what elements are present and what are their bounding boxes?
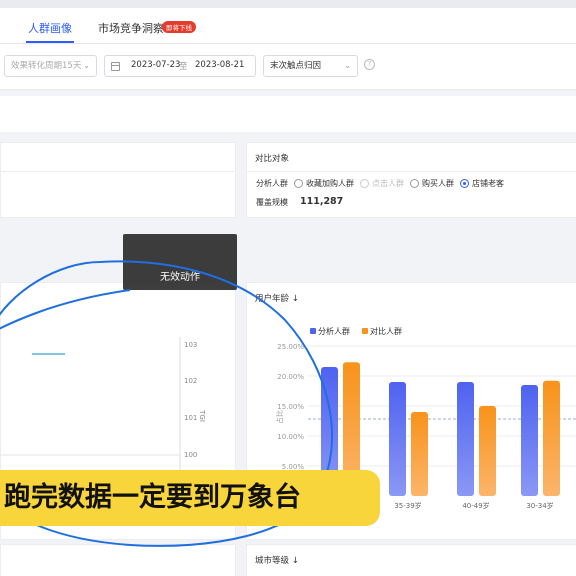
invalid-action-toast: 无效动作	[123, 234, 237, 290]
video-caption: 跑完数据一定要到万象台	[0, 470, 380, 526]
tgi-axis-label: TGI	[197, 410, 206, 422]
card-divider	[247, 171, 576, 172]
radio-store-old-customers[interactable]	[460, 179, 469, 188]
y-tick-label: 20.00%	[277, 373, 304, 381]
top-strip	[0, 0, 576, 8]
x-tick-label: 30-34岁	[526, 501, 553, 510]
city-level-card: 城市等级 ↓	[246, 544, 576, 576]
analysis-card	[0, 142, 236, 218]
tgi-tick: 103	[184, 341, 198, 349]
date-start: 2023-07-23	[131, 60, 181, 70]
tgi-tick: 101	[184, 414, 198, 422]
active-tab-indicator	[26, 41, 74, 43]
card-divider	[1, 171, 235, 172]
help-icon[interactable]: ?	[364, 59, 375, 70]
y-tick-label: 25.00%	[277, 343, 304, 351]
radio-click	[360, 179, 369, 188]
bar-compare[interactable]	[411, 412, 428, 496]
radio-click-label: 点击人群	[372, 179, 404, 188]
tgi-tick: 102	[184, 377, 198, 385]
tab-audience-profile[interactable]: 人群画像	[28, 20, 72, 36]
compare-card-title: 对比对象	[255, 154, 290, 164]
radio-store-old-customers-label[interactable]: 店铺老客	[472, 178, 504, 189]
y-tick-label: 15.00%	[277, 403, 304, 411]
date-separator: 至	[179, 62, 188, 72]
bar-compare[interactable]	[479, 406, 496, 496]
x-tick-label: 35-39岁	[394, 501, 421, 510]
bar-analysis[interactable]	[521, 385, 538, 496]
tgi-tick: 100	[184, 451, 198, 459]
summary-strip	[0, 96, 576, 132]
bar-analysis[interactable]	[389, 382, 406, 496]
bar-analysis[interactable]	[457, 382, 474, 496]
radio-fav-cart[interactable]	[294, 179, 303, 188]
bar-compare[interactable]	[543, 380, 560, 496]
date-end: 2023-08-21	[195, 60, 245, 70]
conversion-period-value: 效果转化周期15天	[11, 61, 82, 71]
top-tab-bar: 人群画像 市场竞争洞察 即将下线	[0, 0, 576, 44]
attribution-value: 末次触点归因	[270, 61, 322, 71]
calendar-icon	[111, 62, 120, 71]
attribution-select[interactable]: 末次触点归因 ⌄	[263, 55, 358, 77]
y-tick-label: 10.00%	[277, 433, 304, 441]
radio-purchase-label[interactable]: 购买人群	[422, 178, 454, 189]
radio-purchase[interactable]	[410, 179, 419, 188]
date-range-picker[interactable]: 2023-07-23 至 2023-08-21	[104, 55, 256, 77]
toast-text: 无效动作	[160, 272, 200, 283]
left-bottom-card	[0, 544, 236, 576]
chevron-down-icon: ⌄	[83, 61, 90, 70]
chevron-down-icon: ⌄	[344, 61, 351, 70]
city-level-title: 城市等级 ↓	[255, 556, 299, 566]
tab-market-competition[interactable]: 市场竞争洞察	[98, 20, 164, 36]
offline-badge: 即将下线	[162, 21, 196, 33]
coverage-label: 覆盖规模	[256, 198, 288, 207]
radio-fav-cart-label[interactable]: 收藏加购人群	[306, 178, 354, 189]
compare-group-label: 分析人群	[256, 179, 288, 188]
compare-radio-group: 分析人群 收藏加购人群 点击人群 购买人群 店铺老客	[256, 178, 504, 189]
x-tick-label: 40-49岁	[462, 501, 489, 510]
conversion-period-select[interactable]: 效果转化周期15天 ⌄	[4, 55, 97, 77]
coverage-value: 111,287	[300, 196, 344, 207]
